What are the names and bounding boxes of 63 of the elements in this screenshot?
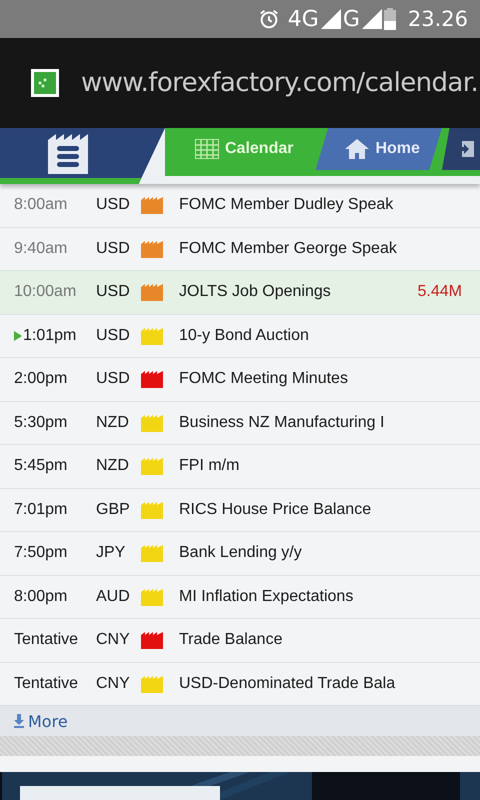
event-title: 10-y Bond Auction — [179, 326, 310, 345]
event-row[interactable]: 10:00am USD JOLTS Job Openings 5.44M — [0, 271, 480, 314]
event-title: RICS House Price Balance — [179, 500, 372, 519]
event-time: 8:00am — [14, 196, 68, 214]
event-time: 5:45pm — [14, 457, 68, 476]
event-currency: CNY — [96, 674, 131, 693]
event-title: MI Inflation Expectations — [179, 588, 354, 606]
url-text[interactable]: www.forexfactory.com/calendar. — [81, 68, 478, 98]
signal-icon — [362, 9, 382, 29]
clock-time: 23.26 — [408, 7, 468, 31]
network-label: 4G — [288, 6, 319, 32]
event-title: FOMC Member Dudley Speak — [179, 196, 394, 214]
event-time: 5:30pm — [14, 414, 68, 432]
event-time: 9:40am — [14, 240, 68, 258]
event-currency: NZD — [96, 414, 130, 432]
event-currency: USD — [96, 326, 131, 345]
event-currency: USD — [96, 283, 131, 302]
event-currency: USD — [96, 196, 131, 214]
event-row[interactable]: 2:00pm USD FOMC Meeting Minutes — [0, 358, 480, 402]
signal-icon — [320, 9, 341, 29]
nav-tab[interactable]: Home — [315, 128, 442, 170]
network-label: G — [342, 6, 360, 32]
more-link[interactable]: More — [0, 706, 480, 736]
event-time: 10:00am — [14, 283, 76, 302]
event-currency: JPY — [96, 544, 126, 562]
event-time: 7:01pm — [14, 500, 68, 519]
event-row[interactable]: 7:50pm JPY Bank Lending y/y — [0, 532, 480, 576]
event-title: FPI m/m — [179, 457, 240, 476]
event-time: 2:00pm — [14, 370, 68, 388]
event-title: JOLTS Job Openings — [179, 283, 332, 302]
event-title: FOMC Member George Speak — [179, 240, 398, 258]
actual-value: 5.44M — [418, 283, 462, 302]
alarm-clock-icon — [258, 8, 280, 30]
event-time: Tentative — [14, 631, 78, 650]
event-currency: CNY — [96, 631, 131, 650]
event-title: FOMC Meeting Minutes — [179, 370, 349, 388]
event-time: 7:50pm — [14, 544, 68, 562]
event-time: Tentative — [14, 674, 78, 693]
event-time: 1:01pm — [23, 326, 76, 345]
logo-menu-button[interactable] — [0, 128, 165, 184]
factory-favicon-icon — [31, 69, 59, 97]
home-icon — [345, 139, 370, 159]
event-currency: AUD — [96, 588, 131, 606]
event-row[interactable]: Tentative CNY Trade Balance — [0, 619, 480, 662]
event-currency: NZD — [96, 457, 130, 476]
login-button[interactable] — [442, 128, 480, 170]
event-title: Trade Balance — [179, 631, 284, 650]
download-icon — [14, 714, 24, 728]
event-row[interactable]: 5:30pm NZD Business NZ Manufacturing I — [0, 402, 480, 445]
event-row[interactable]: 1:01pm USD 10-y Bond Auction — [0, 314, 480, 358]
calendar-icon — [195, 139, 219, 159]
event-time: 8:00pm — [14, 588, 68, 606]
event-row[interactable]: 5:45pm NZD FPI m/m — [0, 445, 480, 488]
event-title: Bank Lending y/y — [179, 544, 303, 562]
event-title: USD-Denominated Trade Bala — [179, 674, 396, 693]
event-currency: USD — [96, 240, 131, 258]
battery-icon — [384, 8, 396, 30]
event-row[interactable]: 8:00pm AUD MI Inflation Expectations — [0, 576, 480, 619]
event-title: Business NZ Manufacturing I — [179, 414, 386, 432]
event-row[interactable]: 8:00am USD FOMC Member Dudley Speak — [0, 184, 480, 228]
event-currency: GBP — [96, 500, 131, 519]
event-currency: USD — [96, 370, 131, 388]
event-row[interactable]: 7:01pm GBP RICS House Price Balance — [0, 488, 480, 532]
